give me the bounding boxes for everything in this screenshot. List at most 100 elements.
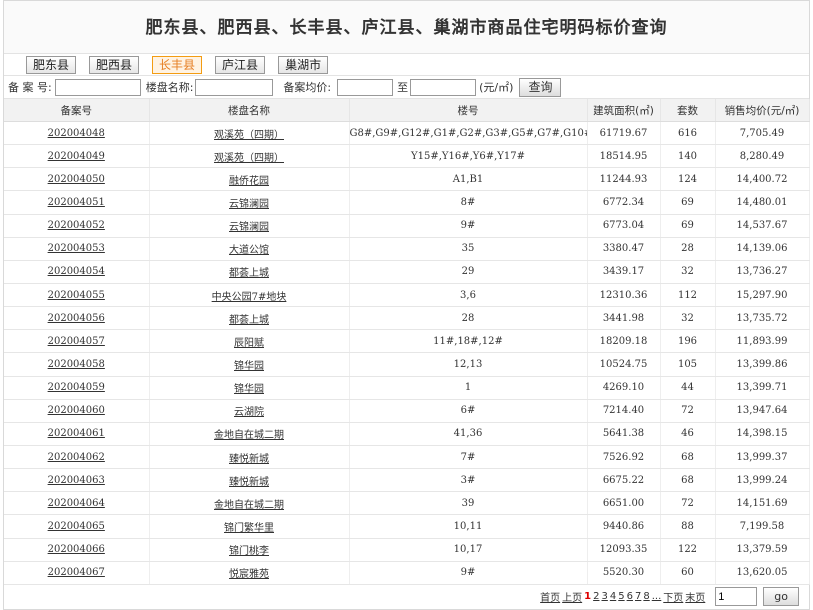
tab-county[interactable]: 庐江县 bbox=[215, 55, 266, 74]
project-name-link[interactable]: 锦华园 bbox=[234, 384, 264, 395]
record-no-cell: 202004053 bbox=[4, 237, 150, 261]
project-name-link[interactable]: 大道公馆 bbox=[229, 245, 269, 256]
record-no-link[interactable]: 202004048 bbox=[48, 128, 105, 139]
project-name-link[interactable]: 都荟上城 bbox=[229, 315, 269, 326]
query-button[interactable]: 查询 bbox=[519, 77, 562, 97]
range-to-label: 至 bbox=[397, 81, 409, 94]
units-cell: 88 bbox=[660, 514, 716, 539]
table-row: 202004065 锦门繁华里 10,11 9440.86 88 7,199.58 bbox=[4, 514, 810, 539]
page-jump-input[interactable] bbox=[715, 587, 758, 607]
project-name-link[interactable]: 中央公园7#地块 bbox=[212, 292, 287, 303]
page-number-link[interactable]: 4 bbox=[610, 591, 616, 602]
prev-page-link[interactable]: 上页 bbox=[562, 589, 582, 604]
building-no-cell: G8#,G9#,G12#,G1#,G2#,G3#,G5#,G7#,G10#,G1… bbox=[349, 121, 588, 146]
record-no-link[interactable]: 202004064 bbox=[48, 498, 105, 509]
project-name-input[interactable] bbox=[195, 78, 274, 96]
avg-price-cell: 8,280.49 bbox=[715, 144, 810, 169]
table-row: 202004049 观溪苑（四期） Y15#,Y16#,Y6#,Y17# 18514.… bbox=[4, 144, 810, 169]
page-number-link[interactable]: 6 bbox=[627, 591, 633, 602]
avg-price-cell: 15,297.90 bbox=[715, 283, 810, 308]
project-name-cell: 观溪苑（四期） bbox=[149, 121, 350, 146]
record-no-link[interactable]: 202004055 bbox=[48, 290, 105, 301]
project-name-link[interactable]: 云湖院 bbox=[234, 407, 264, 418]
record-no-link[interactable]: 202004063 bbox=[48, 475, 105, 486]
record-no-link[interactable]: 202004051 bbox=[48, 197, 105, 208]
project-name-link[interactable]: 锦门桃李 bbox=[229, 546, 269, 557]
record-no-link[interactable]: 202004053 bbox=[48, 243, 105, 254]
record-no-link[interactable]: 202004050 bbox=[48, 174, 105, 185]
tab-county[interactable]: 巢湖市 bbox=[278, 55, 329, 74]
units-cell: 69 bbox=[660, 190, 716, 215]
record-no-link[interactable]: 202004052 bbox=[48, 220, 105, 231]
next-page-link[interactable]: 下页 bbox=[663, 589, 683, 604]
page-number-link[interactable]: 8 bbox=[643, 591, 649, 602]
record-no-cell: 202004048 bbox=[4, 121, 150, 146]
project-name-link[interactable]: 云锦澜园 bbox=[229, 222, 269, 233]
page-number-link[interactable]: 5 bbox=[618, 591, 624, 602]
more-pages-ellipsis[interactable]: ... bbox=[652, 591, 662, 602]
avg-price-cell: 13,947.64 bbox=[715, 399, 810, 423]
project-name-link[interactable]: 悦宸雅苑 bbox=[229, 569, 269, 580]
area-cell: 18209.18 bbox=[587, 329, 661, 354]
record-no-link[interactable]: 202004057 bbox=[48, 336, 105, 347]
avg-price-cell: 13,736.27 bbox=[715, 260, 810, 284]
record-no-cell: 202004059 bbox=[4, 376, 150, 400]
page-title: 肥东县、肥西县、长丰县、庐江县、巢湖市商品住宅明码标价查询 bbox=[4, 1, 809, 54]
page-number-link[interactable]: 2 bbox=[593, 591, 599, 602]
record-no-link[interactable]: 202004067 bbox=[48, 567, 105, 578]
column-header: 套数 bbox=[660, 99, 716, 122]
avg-price-cell: 7,705.49 bbox=[715, 121, 810, 146]
avg-price-max-input[interactable] bbox=[410, 78, 477, 96]
project-name-link[interactable]: 观溪苑（四期） bbox=[214, 130, 284, 141]
project-name-link[interactable]: 都荟上城 bbox=[229, 268, 269, 279]
record-no-link[interactable]: 202004062 bbox=[48, 452, 105, 463]
area-cell: 3439.17 bbox=[587, 260, 661, 284]
units-cell: 32 bbox=[660, 260, 716, 284]
page-number-link[interactable]: 7 bbox=[635, 591, 641, 602]
project-name-link[interactable]: 观溪苑（四期） bbox=[214, 153, 284, 164]
project-name-link[interactable]: 臻悦新城 bbox=[229, 477, 269, 488]
record-no-link[interactable]: 202004058 bbox=[48, 359, 105, 370]
project-name-cell: 观溪苑（四期） bbox=[149, 144, 350, 169]
units-cell: 122 bbox=[660, 538, 716, 562]
project-name-cell: 悦宸雅苑 bbox=[149, 561, 350, 585]
record-no-link[interactable]: 202004065 bbox=[48, 521, 105, 532]
go-button[interactable]: go bbox=[763, 587, 799, 607]
tab-county[interactable]: 长丰县 bbox=[152, 55, 203, 74]
project-name-link[interactable]: 臻悦新城 bbox=[229, 454, 269, 465]
project-name-cell: 云锦澜园 bbox=[149, 190, 350, 215]
avg-price-min-input[interactable] bbox=[337, 78, 394, 96]
first-page-link[interactable]: 首页 bbox=[540, 589, 560, 604]
avg-price-cell: 7,199.58 bbox=[715, 514, 810, 539]
building-no-cell: 6# bbox=[349, 399, 588, 423]
project-name-link[interactable]: 辰阳赋 bbox=[234, 338, 264, 349]
last-page-link[interactable]: 末页 bbox=[685, 589, 705, 604]
building-no-cell: 39 bbox=[349, 491, 588, 516]
area-cell: 61719.67 bbox=[587, 121, 661, 146]
units-cell: 69 bbox=[660, 214, 716, 238]
project-name-link[interactable]: 融侨花园 bbox=[229, 176, 269, 187]
record-no-link[interactable]: 202004056 bbox=[48, 313, 105, 324]
record-no-input[interactable] bbox=[54, 78, 141, 96]
avg-price-cell: 13,735.72 bbox=[715, 306, 810, 331]
project-name-link[interactable]: 金地自在城二期 bbox=[214, 500, 284, 511]
building-no-cell: 8# bbox=[349, 190, 588, 215]
record-no-link[interactable]: 202004054 bbox=[48, 266, 105, 277]
record-no-link[interactable]: 202004060 bbox=[48, 405, 105, 416]
project-name-link[interactable]: 锦华园 bbox=[234, 361, 264, 372]
avg-price-cell: 13,399.86 bbox=[715, 352, 810, 377]
page-number-link[interactable]: 3 bbox=[601, 591, 607, 602]
units-cell: 72 bbox=[660, 399, 716, 423]
record-no-link[interactable]: 202004059 bbox=[48, 382, 105, 393]
table-row: 202004064 金地自在城二期 39 6651.00 72 14,151.69 bbox=[4, 491, 810, 516]
tab-county[interactable]: 肥西县 bbox=[89, 55, 140, 74]
record-no-link[interactable]: 202004061 bbox=[48, 428, 105, 439]
project-name-link[interactable]: 云锦澜园 bbox=[229, 199, 269, 210]
area-cell: 11244.93 bbox=[587, 167, 661, 192]
project-name-link[interactable]: 锦门繁华里 bbox=[224, 523, 274, 534]
project-name-link[interactable]: 金地自在城二期 bbox=[214, 430, 284, 441]
record-no-link[interactable]: 202004049 bbox=[48, 151, 105, 162]
avg-price-cell: 14,400.72 bbox=[715, 167, 810, 192]
record-no-link[interactable]: 202004066 bbox=[48, 544, 105, 555]
tab-county[interactable]: 肥东县 bbox=[26, 55, 77, 74]
